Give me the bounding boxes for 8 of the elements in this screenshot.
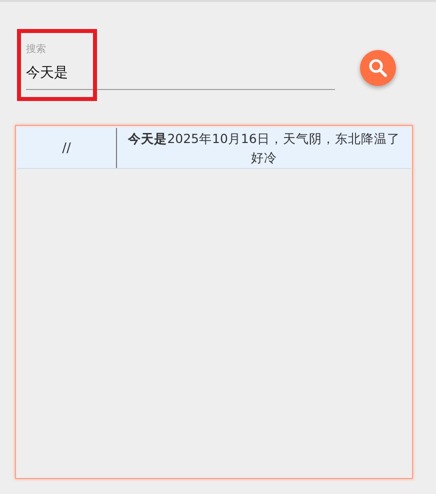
field-label: 搜索 — [26, 42, 47, 56]
search-icon — [368, 58, 388, 78]
search-input[interactable]: 今天是 — [26, 56, 335, 89]
search-field[interactable]: 搜索 今天是 — [26, 38, 335, 90]
table-cell: // — [17, 128, 117, 168]
result-row[interactable]: // 今天是2025年10月16日，天气阴，东北降温了好冷 — [17, 128, 411, 169]
search-button[interactable] — [360, 50, 396, 86]
table-cell-text: 今天是2025年10月16日，天气阴，东北降温了好冷 — [127, 130, 401, 167]
